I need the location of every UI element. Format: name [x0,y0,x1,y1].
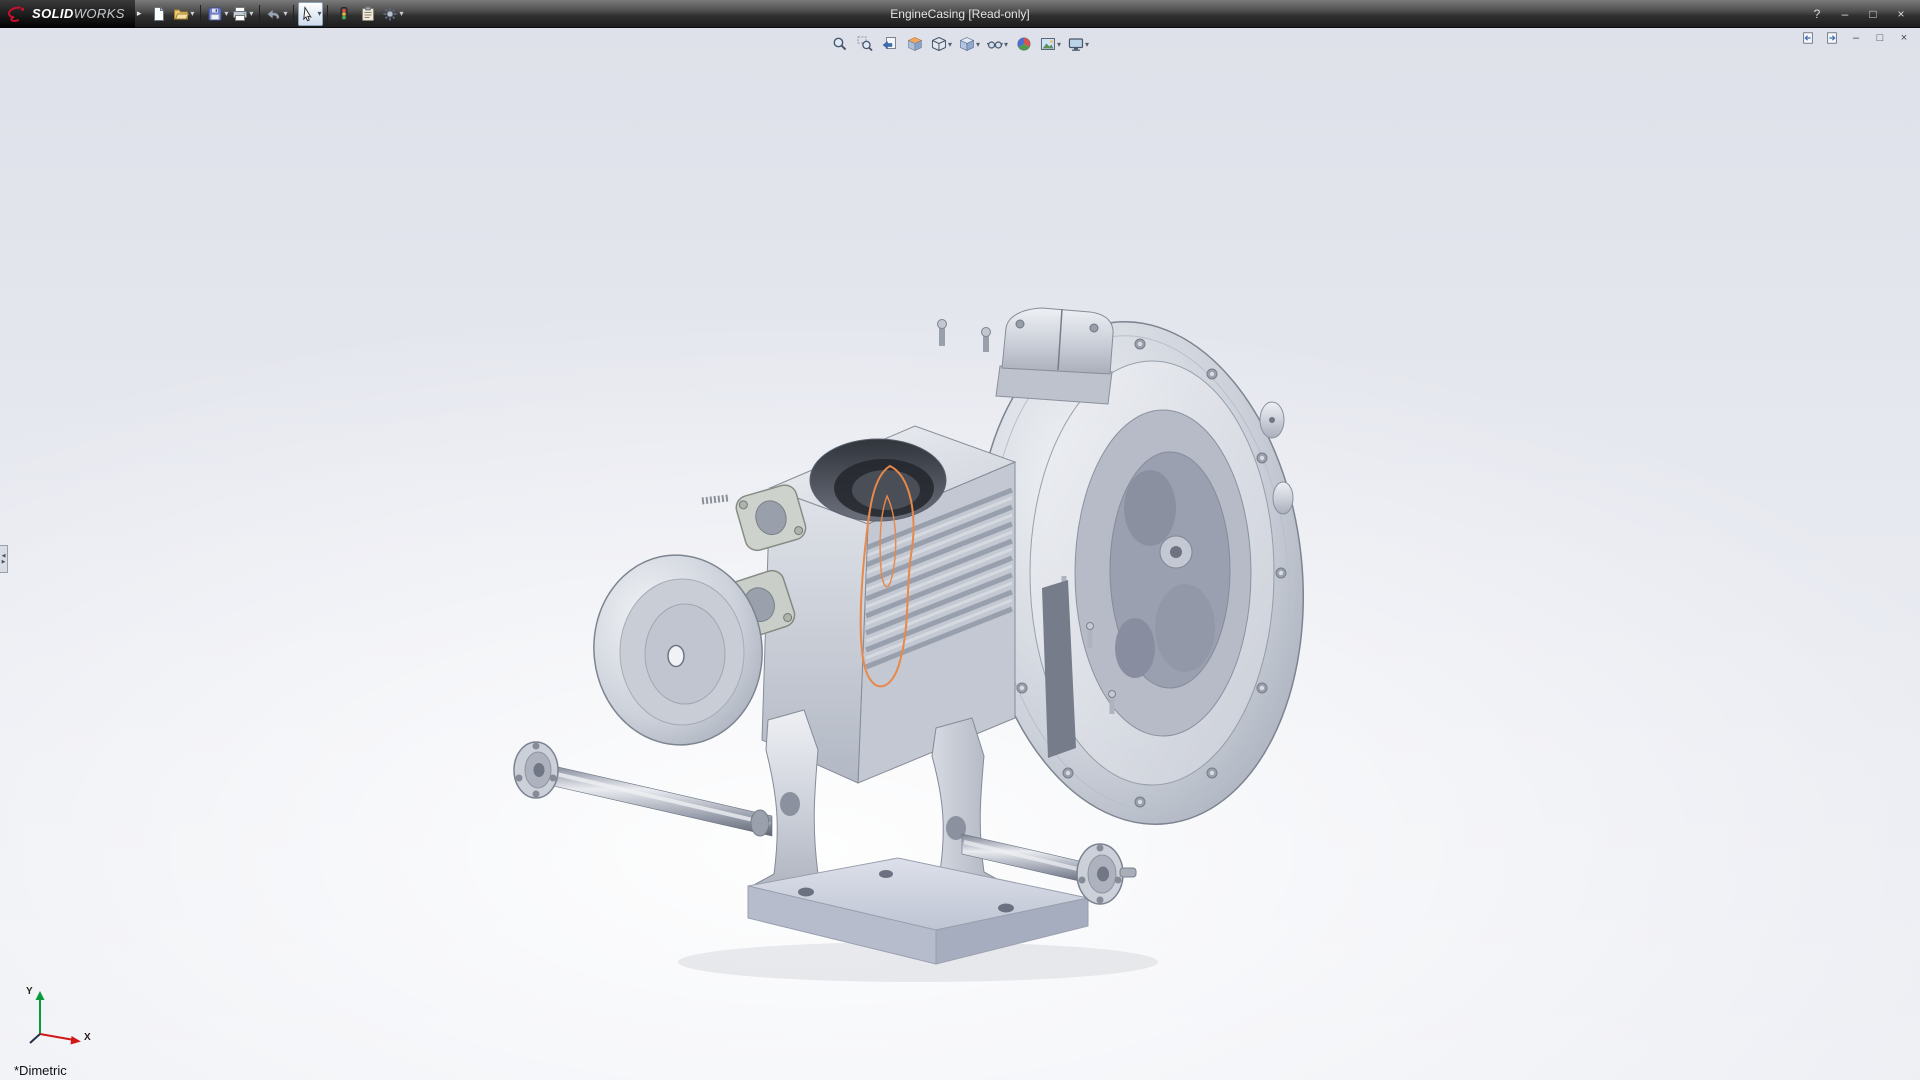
triad-axes-icon [22,988,106,1054]
minimize-window-button[interactable]: – [1836,6,1854,22]
document-window-controls: – □ × [1800,31,1912,45]
zoom-to-fit-button[interactable] [829,33,851,55]
new-button[interactable] [147,2,171,26]
toolbar-separator [293,5,294,23]
solidworks-logo: SOLIDWORKS [0,0,135,28]
hide-show-glasses-icon [987,36,1003,52]
splitter-right-arrow: ▶ [2,559,6,565]
window-title: EngineCasing [Read-only] [890,0,1029,28]
apply-scene-button[interactable]: ▾ [1038,33,1063,55]
brand-bold: SOLID [32,6,74,21]
minimize-document-button[interactable]: – [1848,31,1864,45]
view-orientation-icon [931,36,947,52]
triad-x-label: X [84,1032,91,1043]
options-dropdown-arrow[interactable]: ▾ [399,9,403,18]
help-button[interactable]: ? [1808,6,1826,22]
toolbar-separator [200,5,201,23]
left-cover-disc [585,547,772,754]
zoom-to-area-icon [857,36,873,52]
zoom-to-area-button[interactable] [854,33,876,55]
options-button[interactable]: ▾ [380,2,405,26]
save-dropdown-arrow[interactable]: ▾ [224,9,228,18]
close-window-button[interactable]: × [1892,6,1910,22]
rebuild-button[interactable] [332,2,356,26]
left-axle [514,742,772,836]
main-toolbar: ▾ ▾ ▾ ▾ [147,0,405,28]
reference-triad: Y X [22,988,106,1054]
titlebar: SOLIDWORKS ▸ ▾ ▾ [0,0,1920,28]
next-window-icon [1825,31,1839,45]
undo-dropdown-arrow[interactable]: ▾ [283,9,287,18]
hide-show-items-button[interactable]: ▾ [985,33,1010,55]
close-document-button[interactable]: × [1896,31,1912,45]
view-settings-icon [1068,36,1084,52]
view-orientation-label: *Dimetric [14,1063,67,1078]
apply-scene-dropdown-arrow[interactable]: ▾ [1057,40,1061,49]
graphics-viewport[interactable]: ▾ ▾ ▾ [0,28,1920,1080]
open-button[interactable]: ▾ [171,2,196,26]
view-settings-dropdown-arrow[interactable]: ▾ [1085,40,1089,49]
heads-up-view-toolbar: ▾ ▾ ▾ [829,33,1091,55]
brand-light: WORKS [74,6,125,21]
print-dropdown-arrow[interactable]: ▾ [249,9,253,18]
previous-window-button[interactable] [1800,31,1816,45]
display-style-icon [959,36,975,52]
solidworks-logo-icon [6,6,28,22]
feature-panel-splitter[interactable]: ◀ ▶ [0,545,8,573]
previous-window-icon [1801,31,1815,45]
new-document-icon [151,6,167,22]
toolbar-separator [327,5,328,23]
undo-button[interactable]: ▾ [264,2,289,26]
view-orientation-button[interactable]: ▾ [929,33,954,55]
undo-icon [266,6,282,22]
next-window-button[interactable] [1824,31,1840,45]
window-controls: ? – □ × [1808,6,1920,22]
select-cursor-icon [300,6,316,22]
file-properties-button[interactable] [356,2,380,26]
open-dropdown-arrow[interactable]: ▾ [190,9,194,18]
edit-appearance-button[interactable] [1013,33,1035,55]
appearance-ball-icon [1016,36,1032,52]
print-button[interactable]: ▾ [230,2,255,26]
previous-view-button[interactable] [879,33,901,55]
hide-show-dropdown-arrow[interactable]: ▾ [1004,40,1008,49]
section-view-button[interactable] [904,33,926,55]
engine-casing-model[interactable] [0,28,1920,1080]
previous-view-icon [882,36,898,52]
select-button[interactable]: ▾ [298,2,323,26]
menu-flyout-arrow[interactable]: ▸ [135,8,148,19]
select-dropdown-arrow[interactable]: ▾ [317,9,321,18]
display-style-button[interactable]: ▾ [957,33,982,55]
display-style-dropdown-arrow[interactable]: ▾ [976,40,980,49]
top-cover [996,308,1113,404]
save-button[interactable]: ▾ [205,2,230,26]
rebuild-stoplight-icon [336,6,352,22]
zoom-to-fit-icon [832,36,848,52]
toolbar-separator [259,5,260,23]
engine-model-geometry[interactable] [514,305,1327,982]
triad-y-label: Y [26,986,33,997]
view-settings-button[interactable]: ▾ [1066,33,1091,55]
print-icon [232,6,248,22]
apply-scene-icon [1040,36,1056,52]
open-folder-icon [173,6,189,22]
options-gear-icon [382,6,398,22]
clipboard-icon [360,6,376,22]
restore-document-button[interactable]: □ [1872,31,1888,45]
view-orientation-dropdown-arrow[interactable]: ▾ [948,40,952,49]
maximize-window-button[interactable]: □ [1864,6,1882,22]
save-icon [207,6,223,22]
section-view-icon [907,36,923,52]
